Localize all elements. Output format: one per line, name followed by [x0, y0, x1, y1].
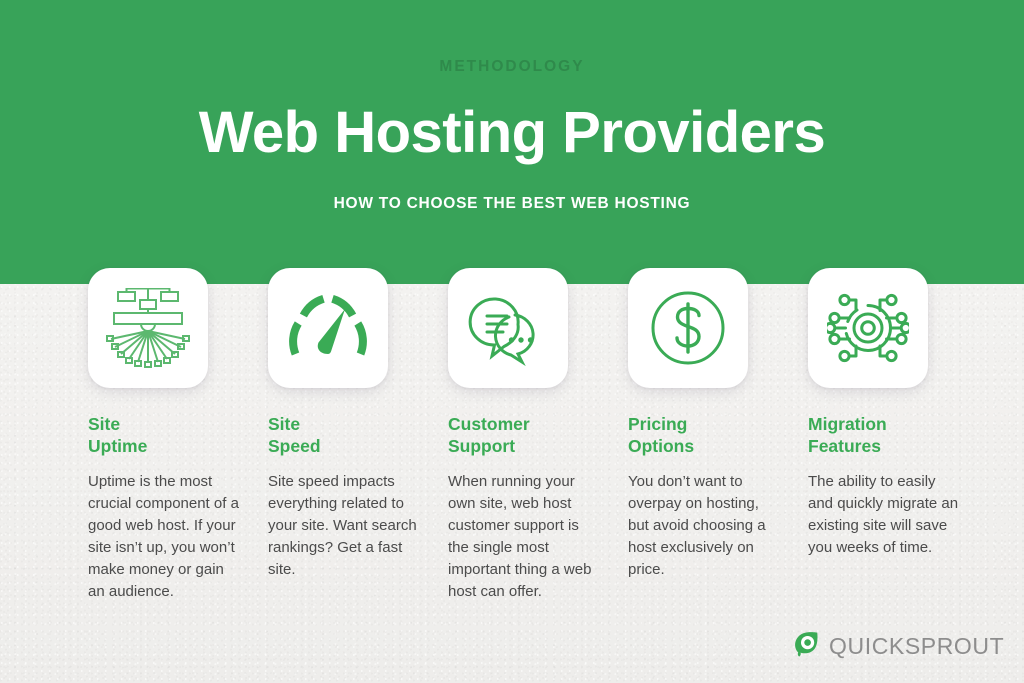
- speedometer-gauge-icon: [289, 292, 367, 364]
- feature-column-customer-support: Customer Support When running your own s…: [448, 268, 603, 603]
- feature-title: Site Uptime: [88, 414, 148, 457]
- infographic-root: METHODOLOGY Web Hosting Providers HOW TO…: [0, 0, 1024, 683]
- feature-column-pricing-options: Pricing Options You don’t want to overpa…: [628, 268, 783, 581]
- feature-body: Site speed impacts everything related to…: [268, 472, 417, 578]
- icon-card-pricing-options: [628, 268, 748, 388]
- header-band: METHODOLOGY Web Hosting Providers HOW TO…: [0, 0, 1024, 284]
- feature-column-migration-features: Migration Features The ability to easily…: [808, 268, 963, 559]
- icon-card-site-speed: [268, 268, 388, 388]
- icon-card-customer-support: [448, 268, 568, 388]
- server-uptime-network-icon: [105, 288, 191, 368]
- page-title: Web Hosting Providers: [198, 100, 826, 165]
- logo-wordmark: QUICKSPROUT: [829, 632, 1005, 659]
- feature-title: Customer Support: [448, 414, 530, 457]
- feature-body: Uptime is the most crucial component of …: [88, 472, 239, 601]
- feature-title: Migration Features: [808, 414, 887, 457]
- icon-card-migration-features: [808, 268, 928, 388]
- kicker-label: METHODOLOGY: [439, 58, 585, 75]
- brand-logo: QUICKSPROUT: [793, 630, 1004, 662]
- icon-card-site-uptime: [88, 268, 208, 388]
- feature-column-site-uptime: Site Uptime Uptime is the most crucial c…: [88, 268, 243, 603]
- page-subtitle: HOW TO CHOOSE THE BEST WEB HOSTING: [333, 195, 691, 212]
- feature-body: When running your own site, web host cus…: [448, 472, 592, 601]
- feature-title: Site Speed: [268, 414, 321, 457]
- circuit-hub-migration-icon: [827, 288, 909, 368]
- chat-bubbles-support-icon: [466, 288, 550, 368]
- feature-body: You don’t want to overpay on hosting, bu…: [628, 472, 766, 578]
- feature-body: The ability to easily and quickly migrat…: [808, 472, 959, 556]
- dollar-coin-icon: [649, 289, 727, 367]
- feature-title: Pricing Options: [628, 414, 695, 457]
- quicksprout-sprout-mark-icon: [793, 630, 820, 662]
- feature-column-site-speed: Site Speed Site speed impacts everything…: [268, 268, 423, 581]
